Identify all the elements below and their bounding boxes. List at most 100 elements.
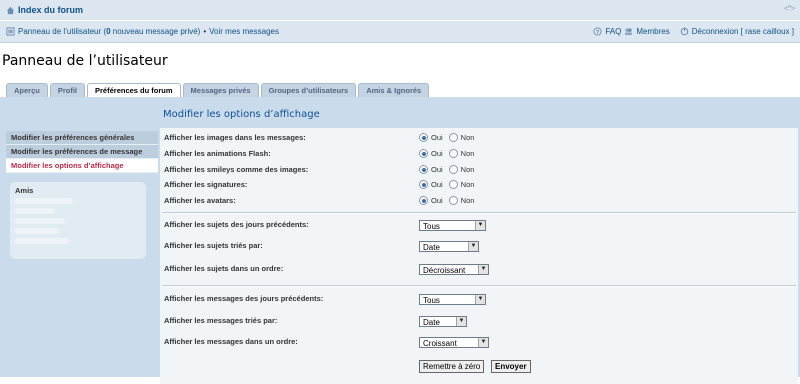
radio-yes-label: Oui — [431, 165, 443, 174]
index-link-label: Index du forum — [18, 5, 83, 15]
option-label-signatures: Afficher les signatures: — [164, 180, 248, 189]
radio-yes-label: Oui — [431, 180, 443, 189]
new-pm-suffix: nouveau message privé) — [110, 27, 201, 36]
header-bar: Index du forum <^> Panneau de l’utilisat… — [0, 0, 800, 43]
radio-no[interactable] — [448, 133, 458, 142]
nav-separator: • — [203, 27, 207, 36]
option-label-flash: Afficher les animations Flash: — [164, 149, 271, 158]
divider — [162, 212, 796, 214]
tab-apercu[interactable]: Aperçu — [6, 83, 48, 98]
submit-button[interactable]: Envoyer — [491, 360, 531, 373]
option-label-post-sort: Afficher les messages triés par: — [164, 316, 278, 325]
radio-yes-label: Oui — [431, 149, 443, 158]
sidebar-item-display[interactable]: Modifier les options d’affichage — [6, 159, 158, 173]
option-label-topic-sort: Afficher les sujets triés par: — [164, 241, 263, 250]
radio-no[interactable] — [448, 149, 458, 158]
radio-yes[interactable] — [419, 180, 428, 189]
reset-button[interactable]: Remettre à zéro — [419, 360, 485, 373]
user-nav: Panneau de l’utilisateur (0 nouveau mess… — [6, 27, 279, 36]
page-title: Panneau de l’utilisateur — [2, 53, 168, 69]
user-panel-icon — [6, 27, 15, 36]
friends-box: Amis — [10, 182, 146, 259]
post-order-select[interactable]: Croissant ▼ — [419, 337, 489, 348]
chevron-down-icon: ▼ — [475, 295, 485, 304]
friends-title: Amis — [15, 186, 34, 195]
option-label-topic-days: Afficher les sujets des jours précédents… — [164, 220, 309, 229]
radio-no-label: Non — [460, 133, 475, 142]
radio-group-avatars: Oui Non — [419, 196, 474, 205]
sidebar-item-message[interactable]: Modifier les préférences de message — [6, 145, 158, 159]
faq-icon: ? — [593, 27, 602, 36]
nav-row: Panneau de l’utilisateur (0 nouveau mess… — [0, 20, 800, 41]
option-label-topic-order: Afficher les sujets dans un ordre: — [164, 264, 284, 273]
index-link[interactable]: Index du forum — [6, 5, 83, 15]
radio-no-label: Non — [460, 180, 475, 189]
topic-days-value: Tous — [423, 222, 440, 231]
user-panel-label: Panneau de l’utilisateur ( — [18, 27, 107, 36]
radio-group-signatures: Oui Non — [419, 180, 474, 189]
friend-entry-blurred — [15, 198, 73, 204]
radio-group-smileys: Oui Non — [419, 165, 474, 174]
friend-entry-blurred — [15, 228, 59, 234]
post-sort-value: Date — [423, 318, 440, 327]
topic-order-select[interactable]: Décroissant ▼ — [419, 264, 489, 275]
option-label-post-days: Afficher les messages des jours précéden… — [164, 294, 324, 303]
chevron-down-icon: ▼ — [478, 338, 488, 347]
radio-group-images: Oui Non — [419, 133, 474, 142]
option-label-images: Afficher les images dans les messages: — [164, 133, 306, 142]
tab-amis-ignores[interactable]: Amis & Ignorés — [358, 83, 430, 98]
sidebar-menu: Modifier les préférences générales Modif… — [6, 131, 158, 173]
options-form: Afficher les images dans les messages: O… — [160, 128, 798, 384]
topic-order-value: Décroissant — [423, 266, 466, 275]
friend-entry-blurred — [15, 238, 69, 244]
site-nav: ? FAQ Membres Déconnexion [ rase caillou… — [593, 27, 794, 36]
members-link[interactable]: Membres — [636, 27, 669, 36]
radio-no[interactable] — [448, 165, 458, 174]
topic-days-select[interactable]: Tous ▼ — [419, 220, 486, 231]
radio-no[interactable] — [448, 196, 458, 205]
section-heading: Modifier les options d’affichage — [163, 109, 320, 120]
chevron-down-icon: ▼ — [468, 242, 478, 251]
logout-icon — [680, 27, 688, 36]
radio-no-label: Non — [460, 165, 475, 174]
radio-group-flash: Oui Non — [419, 149, 474, 158]
chevron-down-icon: ▼ — [475, 221, 485, 230]
post-order-value: Croissant — [423, 339, 457, 348]
friend-entry-blurred — [15, 218, 65, 224]
members-icon — [625, 28, 633, 36]
friend-entry-blurred — [15, 208, 55, 214]
radio-no-label: Non — [460, 149, 475, 158]
topic-sort-select[interactable]: Date ▼ — [419, 241, 479, 252]
topic-sort-value: Date — [423, 243, 440, 252]
divider — [162, 285, 796, 287]
post-days-select[interactable]: Tous ▼ — [419, 294, 486, 305]
chevron-down-icon: ▼ — [456, 317, 466, 326]
radio-yes[interactable] — [419, 165, 428, 174]
tab-groupes[interactable]: Groupes d’utilisateurs — [260, 83, 357, 98]
logout-link[interactable]: Déconnexion [ rase cailloux ] — [692, 27, 794, 36]
tab-profil[interactable]: Profil — [49, 83, 86, 98]
tab-bar: Aperçu Profil Préférences du forum Messa… — [6, 83, 430, 99]
post-sort-select[interactable]: Date ▼ — [419, 316, 467, 327]
radio-no[interactable] — [448, 180, 458, 189]
radio-yes[interactable] — [419, 196, 428, 205]
post-days-value: Tous — [423, 296, 440, 305]
chevron-down-icon: ▼ — [478, 265, 488, 274]
home-icon — [6, 6, 15, 14]
radio-yes[interactable] — [419, 133, 428, 142]
radio-yes-label: Oui — [431, 133, 443, 142]
user-panel-link[interactable]: Panneau de l’utilisateur (0 nouveau mess… — [18, 27, 200, 36]
radio-no-label: Non — [460, 196, 475, 205]
radio-yes-label: Oui — [431, 196, 443, 205]
display-options-content: Modifier les options d’affichage Affiche… — [160, 104, 798, 384]
collapse-icon[interactable]: <^> — [784, 4, 795, 13]
view-messages-link[interactable]: Voir mes messages — [209, 27, 279, 36]
option-label-smileys: Afficher les smileys comme des images: — [164, 165, 309, 174]
sidebar-item-general[interactable]: Modifier les préférences générales — [6, 131, 158, 145]
option-label-post-order: Afficher les messages dans un ordre: — [164, 337, 298, 346]
faq-link[interactable]: FAQ — [605, 27, 621, 36]
tab-messages-prives[interactable]: Messages privés — [182, 83, 259, 98]
option-label-avatars: Afficher les avatars: — [164, 196, 236, 205]
svg-text:?: ? — [596, 30, 599, 36]
radio-yes[interactable] — [419, 149, 428, 158]
